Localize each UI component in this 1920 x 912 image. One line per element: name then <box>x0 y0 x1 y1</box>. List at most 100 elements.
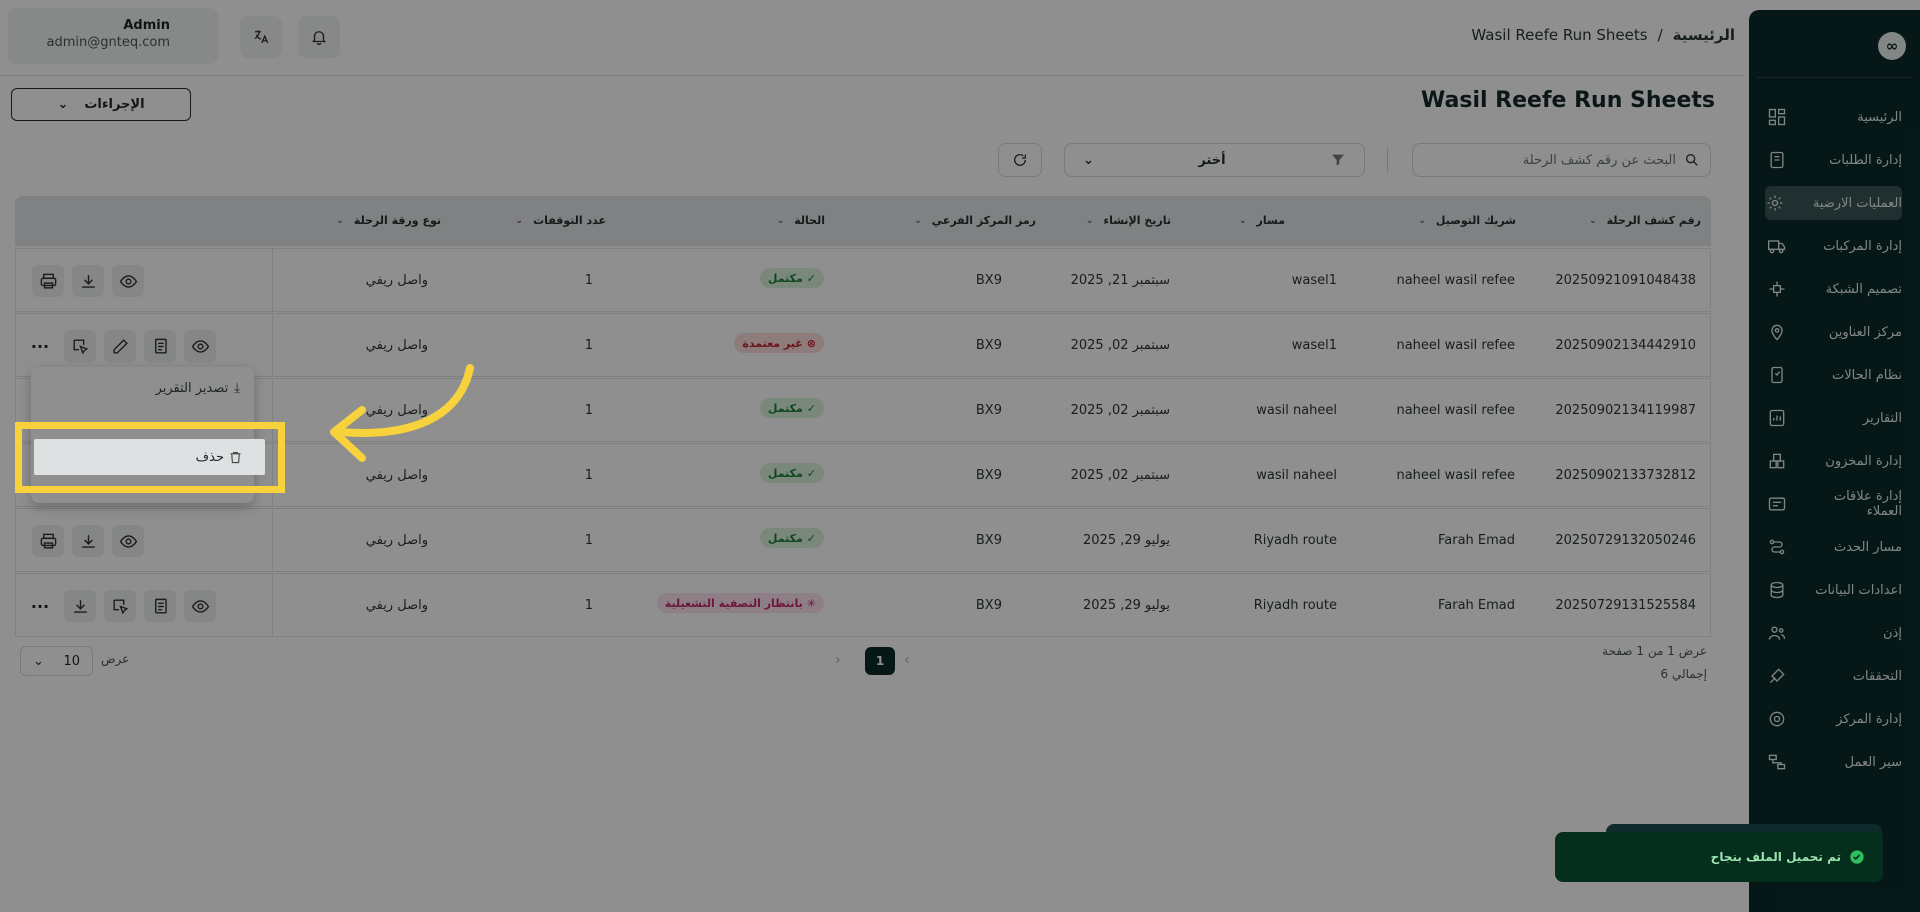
sidebar-item-ground-ops[interactable]: العمليات الارضية <box>1765 186 1902 220</box>
sidebar-item-orders[interactable]: إدارة الطلبات <box>1767 143 1902 177</box>
sidebar-item-crm[interactable]: إدارة علاقات العملاء <box>1767 487 1902 521</box>
sidebar-item-label: مسار الحدث <box>1834 539 1902 555</box>
download-button[interactable] <box>72 525 104 557</box>
filter-select[interactable]: ⌄ أختر <box>1064 143 1365 177</box>
more-icon: ··· <box>30 596 50 616</box>
header-code[interactable]: ⌄ رمز المركز الفرعي <box>914 214 1036 227</box>
cell-stops: 1 <box>584 598 593 613</box>
language-button[interactable] <box>240 16 282 58</box>
header-created[interactable]: ⌄ تاريخ الإنشاء <box>1086 214 1171 227</box>
header-partner[interactable]: ⌄ شريك التوصيل <box>1418 214 1516 227</box>
table-row[interactable]: 20250729132050246 Farah Emad Riyadh rout… <box>15 508 1711 572</box>
sidebar-item-network[interactable]: تصميم الشبكة <box>1767 272 1902 306</box>
refresh-button[interactable] <box>998 143 1042 177</box>
status-label: مكتمل <box>767 271 803 285</box>
chevron-down-icon: ⌄ <box>336 215 344 226</box>
search-input[interactable]: البحث عن رقم كشف الرحلة <box>1412 143 1711 177</box>
printer-icon <box>40 273 56 289</box>
cell-date: سبتمبر 02, 2025 <box>1070 468 1170 483</box>
status-icon <box>1771 366 1783 384</box>
cell-date: سبتمبر 02, 2025 <box>1070 338 1170 353</box>
sidebar-item-workflow[interactable]: سير العمل <box>1767 745 1902 779</box>
next-page-button[interactable]: › <box>835 652 841 668</box>
cursor-icon <box>112 598 128 614</box>
select-value: أختر <box>1198 152 1226 168</box>
x-circle-icon: ⊗ <box>806 336 816 350</box>
loader-icon: ✳ <box>806 596 816 610</box>
cell-stops: 1 <box>584 468 593 483</box>
sidebar-item-inventory[interactable]: إدارة المخزون <box>1767 444 1902 478</box>
sheet-button[interactable] <box>144 590 176 622</box>
sidebar-item-verify[interactable]: التحققات <box>1767 659 1902 693</box>
status-label: مكتمل <box>767 531 803 545</box>
cell-route: Riyadh route <box>1253 598 1337 613</box>
view-button[interactable] <box>184 330 216 362</box>
status-badge: مكتمل ✓ <box>759 528 824 548</box>
user-profile[interactable]: Admin admin@gnteq.com <box>8 8 218 64</box>
print-button[interactable] <box>32 265 64 297</box>
edit-icon <box>112 338 128 354</box>
export-report-item[interactable]: تصدير التقرير ⤓ <box>156 381 240 396</box>
cursor-icon <box>72 338 88 354</box>
sidebar-item-truck[interactable]: إدارة المركبات <box>1767 229 1902 263</box>
table-row[interactable]: 20250729131525584 Farah Emad Riyadh rout… <box>15 573 1711 637</box>
sidebar-item-database[interactable]: اعدادات البيانات <box>1767 573 1902 607</box>
table-row[interactable]: 20250902134442910 naheel wasil refee was… <box>15 313 1711 377</box>
check-circle-icon: ✓ <box>806 531 816 545</box>
top-divider <box>0 75 1745 76</box>
status-badge: مكتمل ✓ <box>759 463 824 483</box>
sidebar-item-label: إدارة المركز <box>1836 711 1902 727</box>
header-stops[interactable]: ⌄ عدد التوقفات <box>516 214 606 227</box>
edit-button[interactable] <box>104 330 136 362</box>
notifications-button[interactable] <box>298 16 340 58</box>
network-icon <box>1769 281 1785 297</box>
header-label: مسار <box>1256 214 1285 227</box>
cell-stops: 1 <box>584 338 593 353</box>
actions-button[interactable]: ⌄ الإجراءات <box>11 88 191 121</box>
more-button[interactable]: ··· <box>24 330 56 362</box>
page-number-button[interactable]: 1 <box>865 647 895 675</box>
sidebar-item-gear[interactable]: إدارة المركز <box>1767 702 1902 736</box>
status-badge: مكتمل ✓ <box>759 398 824 418</box>
cell-date: يوليو 29, 2025 <box>1083 598 1170 613</box>
delete-menu-item[interactable]: حذف <box>34 439 265 475</box>
cell-route: Riyadh route <box>1253 533 1337 548</box>
status-label: بانتظار التصفية التشغيلية <box>664 596 803 610</box>
prev-page-button[interactable]: ‹ <box>904 652 910 668</box>
more-button[interactable]: ··· <box>24 590 56 622</box>
sidebar-item-route[interactable]: مسار الحدث <box>1767 530 1902 564</box>
page-size-select[interactable]: ⌄ 10 <box>20 646 93 676</box>
reports-icon <box>1769 409 1785 427</box>
breadcrumb-home[interactable]: الرئيسية <box>1673 26 1735 44</box>
chevron-down-icon: ⌄ <box>515 215 524 226</box>
chevron-down-icon: ⌄ <box>1589 215 1597 226</box>
header-label: رقم كشف الرحلة <box>1606 214 1701 227</box>
assign-button[interactable] <box>64 330 96 362</box>
sidebar-item-reports[interactable]: التقارير <box>1767 401 1902 435</box>
document-icon <box>154 338 167 354</box>
header-run-id[interactable]: ⌄ رقم كشف الرحلة <box>1589 214 1701 227</box>
cell-route: wasel1 <box>1291 338 1337 353</box>
header-route[interactable]: ⌄ مسار <box>1239 214 1285 227</box>
sidebar-item-label: التحققات <box>1852 668 1902 684</box>
crm-icon <box>1768 497 1786 511</box>
header-status[interactable]: ⌄ الحالة <box>777 214 825 227</box>
pointer-arrow-icon <box>330 364 474 462</box>
table-row[interactable]: 20250921091048438 naheel wasil refee was… <box>15 248 1711 312</box>
sidebar-item-label: إدارة علاقات العملاء <box>1833 489 1902 519</box>
download-button[interactable] <box>64 590 96 622</box>
print-button[interactable] <box>32 525 64 557</box>
sidebar-item-label: اعدادات البيانات <box>1815 582 1902 598</box>
view-button[interactable] <box>112 525 144 557</box>
header-type[interactable]: ⌄ نوع ورقة الرحلة <box>336 214 441 227</box>
sheet-button[interactable] <box>144 330 176 362</box>
download-button[interactable] <box>72 265 104 297</box>
actions-divider <box>272 574 273 636</box>
assign-button[interactable] <box>104 590 136 622</box>
sidebar-item-home[interactable]: الرئيسية <box>1767 100 1902 134</box>
sidebar-item-status[interactable]: نظام الحالات <box>1767 358 1902 392</box>
view-button[interactable] <box>184 590 216 622</box>
sidebar-item-location[interactable]: مركز العناوين <box>1767 315 1902 349</box>
view-button[interactable] <box>112 265 144 297</box>
sidebar-item-users[interactable]: إذن <box>1767 616 1902 650</box>
